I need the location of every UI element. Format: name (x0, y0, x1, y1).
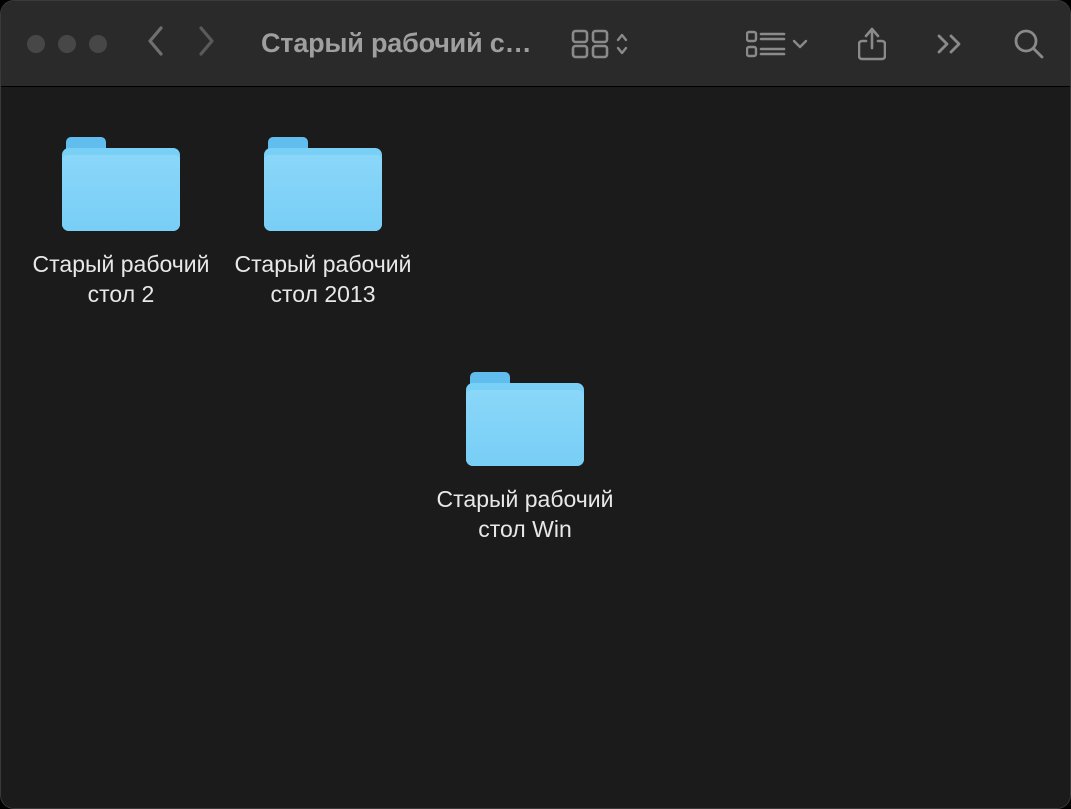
close-button[interactable] (27, 35, 45, 53)
view-mode-button[interactable] (571, 29, 629, 59)
nav-buttons (147, 26, 215, 61)
search-button[interactable] (1014, 29, 1044, 59)
search-icon (1014, 29, 1044, 59)
folder-icon (62, 137, 180, 231)
folder-item[interactable]: Старый рабочий стол 2013 (221, 137, 425, 309)
content-area[interactable]: Старый рабочий стол 2 Старый рабочий сто… (1, 87, 1070, 808)
titlebar: Старый рабочий с… (1, 1, 1070, 87)
folder-icon (466, 372, 584, 466)
forward-button[interactable] (195, 26, 215, 61)
folder-item[interactable]: Старый рабочий стол Win (423, 372, 627, 544)
group-button[interactable] (746, 30, 808, 58)
folder-icon (264, 137, 382, 231)
folder-item[interactable]: Старый рабочий стол 2 (19, 137, 223, 309)
back-button[interactable] (147, 26, 167, 61)
folder-label: Старый рабочий стол 2 (21, 249, 221, 309)
finder-window: Старый рабочий с… (0, 0, 1071, 809)
toolbar-right (746, 26, 1044, 62)
zoom-button[interactable] (89, 35, 107, 53)
window-controls (27, 35, 107, 53)
more-button[interactable] (936, 34, 964, 54)
chevron-updown-icon (615, 31, 629, 57)
chevron-down-icon (792, 38, 808, 50)
minimize-button[interactable] (58, 35, 76, 53)
folder-label: Старый рабочий стол 2013 (223, 249, 423, 309)
window-title: Старый рабочий с… (261, 28, 531, 59)
folder-label: Старый рабочий стол Win (425, 484, 625, 544)
share-button[interactable] (858, 26, 886, 62)
chevron-double-right-icon (936, 34, 964, 54)
